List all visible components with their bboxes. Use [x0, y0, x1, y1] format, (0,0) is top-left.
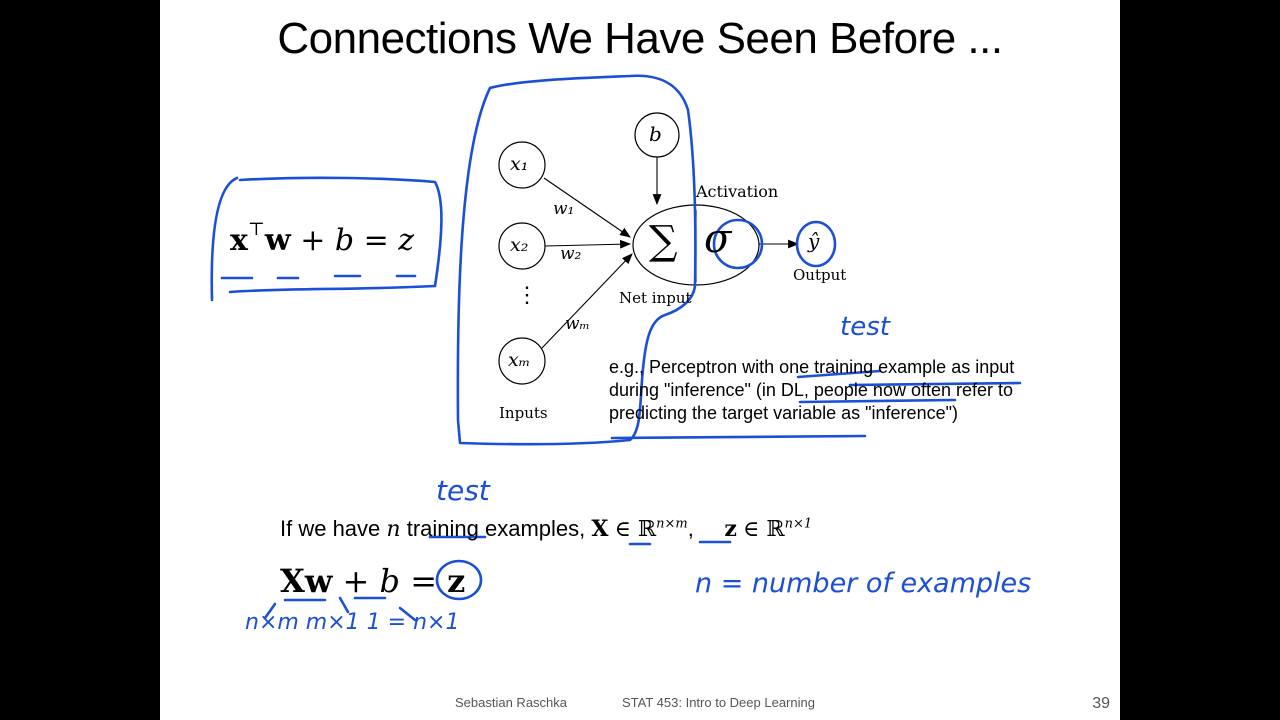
- line-n-n: n: [386, 517, 401, 542]
- hand-n-definition: n = number of examples: [695, 568, 1032, 599]
- line-n-sup2: n×1: [784, 516, 813, 532]
- output-label: Output: [793, 266, 847, 284]
- line-n-sup1: n×m: [656, 516, 688, 532]
- line-n-X: X: [591, 516, 609, 542]
- line-n-in2: ∈ ℝ: [743, 517, 785, 542]
- output-symbol: ŷ: [808, 229, 820, 253]
- line-n-z: z: [724, 516, 737, 542]
- input-label-m: xₘ: [508, 349, 531, 371]
- bias-label: b: [649, 122, 662, 146]
- input-ellipsis: ⋮: [516, 283, 538, 308]
- page-number: 39: [1092, 695, 1110, 712]
- eq-transpose: ⊤: [247, 219, 265, 240]
- hand-test-top: test: [840, 312, 890, 342]
- left-equation: x⊤w + b = z: [230, 219, 415, 258]
- eq-x: x: [230, 223, 248, 258]
- training-examples-line: If we have n training examples, X ∈ ℝn×m…: [280, 516, 812, 542]
- line-n-pre: If we have: [280, 516, 381, 541]
- note-line-2: during "inference" (in DL, people now of…: [609, 380, 1014, 400]
- line-n-comma: ,: [687, 516, 694, 541]
- line-n-mid: training examples,: [406, 516, 586, 541]
- slide: Connections We Have Seen Before ... x₁ x…: [160, 0, 1120, 720]
- edge-w2: [544, 239, 632, 249]
- input-label-2: x₂: [510, 234, 529, 256]
- bottom-eq-z: z: [447, 562, 466, 600]
- weight-label-m: wₘ: [565, 314, 590, 334]
- hand-dimensions: n×m m×1 1 = n×1: [245, 610, 460, 635]
- bottom-eq-Xw: Xw: [280, 562, 333, 600]
- weight-label-1: w₁: [553, 199, 575, 219]
- sum-symbol: ∑: [649, 218, 678, 264]
- input-label-1: x₁: [510, 153, 529, 175]
- weight-label-2: w₂: [560, 244, 582, 264]
- note-line-3: predicting the target variable as "infer…: [609, 403, 958, 423]
- bottom-equation: Xw + b = z: [280, 562, 465, 600]
- hand-test-bottom: test: [436, 474, 490, 507]
- inputs-label: Inputs: [499, 404, 548, 422]
- eq-w: w: [264, 223, 291, 258]
- hand-underlines-left-eq: [220, 274, 417, 280]
- eq-rest: + b = z: [300, 223, 415, 258]
- line-n-in1: ∈ ℝ: [614, 517, 657, 542]
- footer-author: Sebastian Raschka: [455, 695, 568, 710]
- footer-course: STAT 453: Intro to Deep Learning: [622, 695, 815, 710]
- note-line-1: e.g., Perceptron with one training examp…: [609, 357, 1015, 377]
- inference-note: e.g., Perceptron with one training examp…: [609, 356, 1069, 425]
- net-input-label: Net input: [619, 289, 692, 307]
- activation-symbol: σ: [704, 216, 732, 262]
- bottom-eq-plus-b: + b =: [342, 562, 437, 600]
- activation-label: Activation: [696, 182, 779, 201]
